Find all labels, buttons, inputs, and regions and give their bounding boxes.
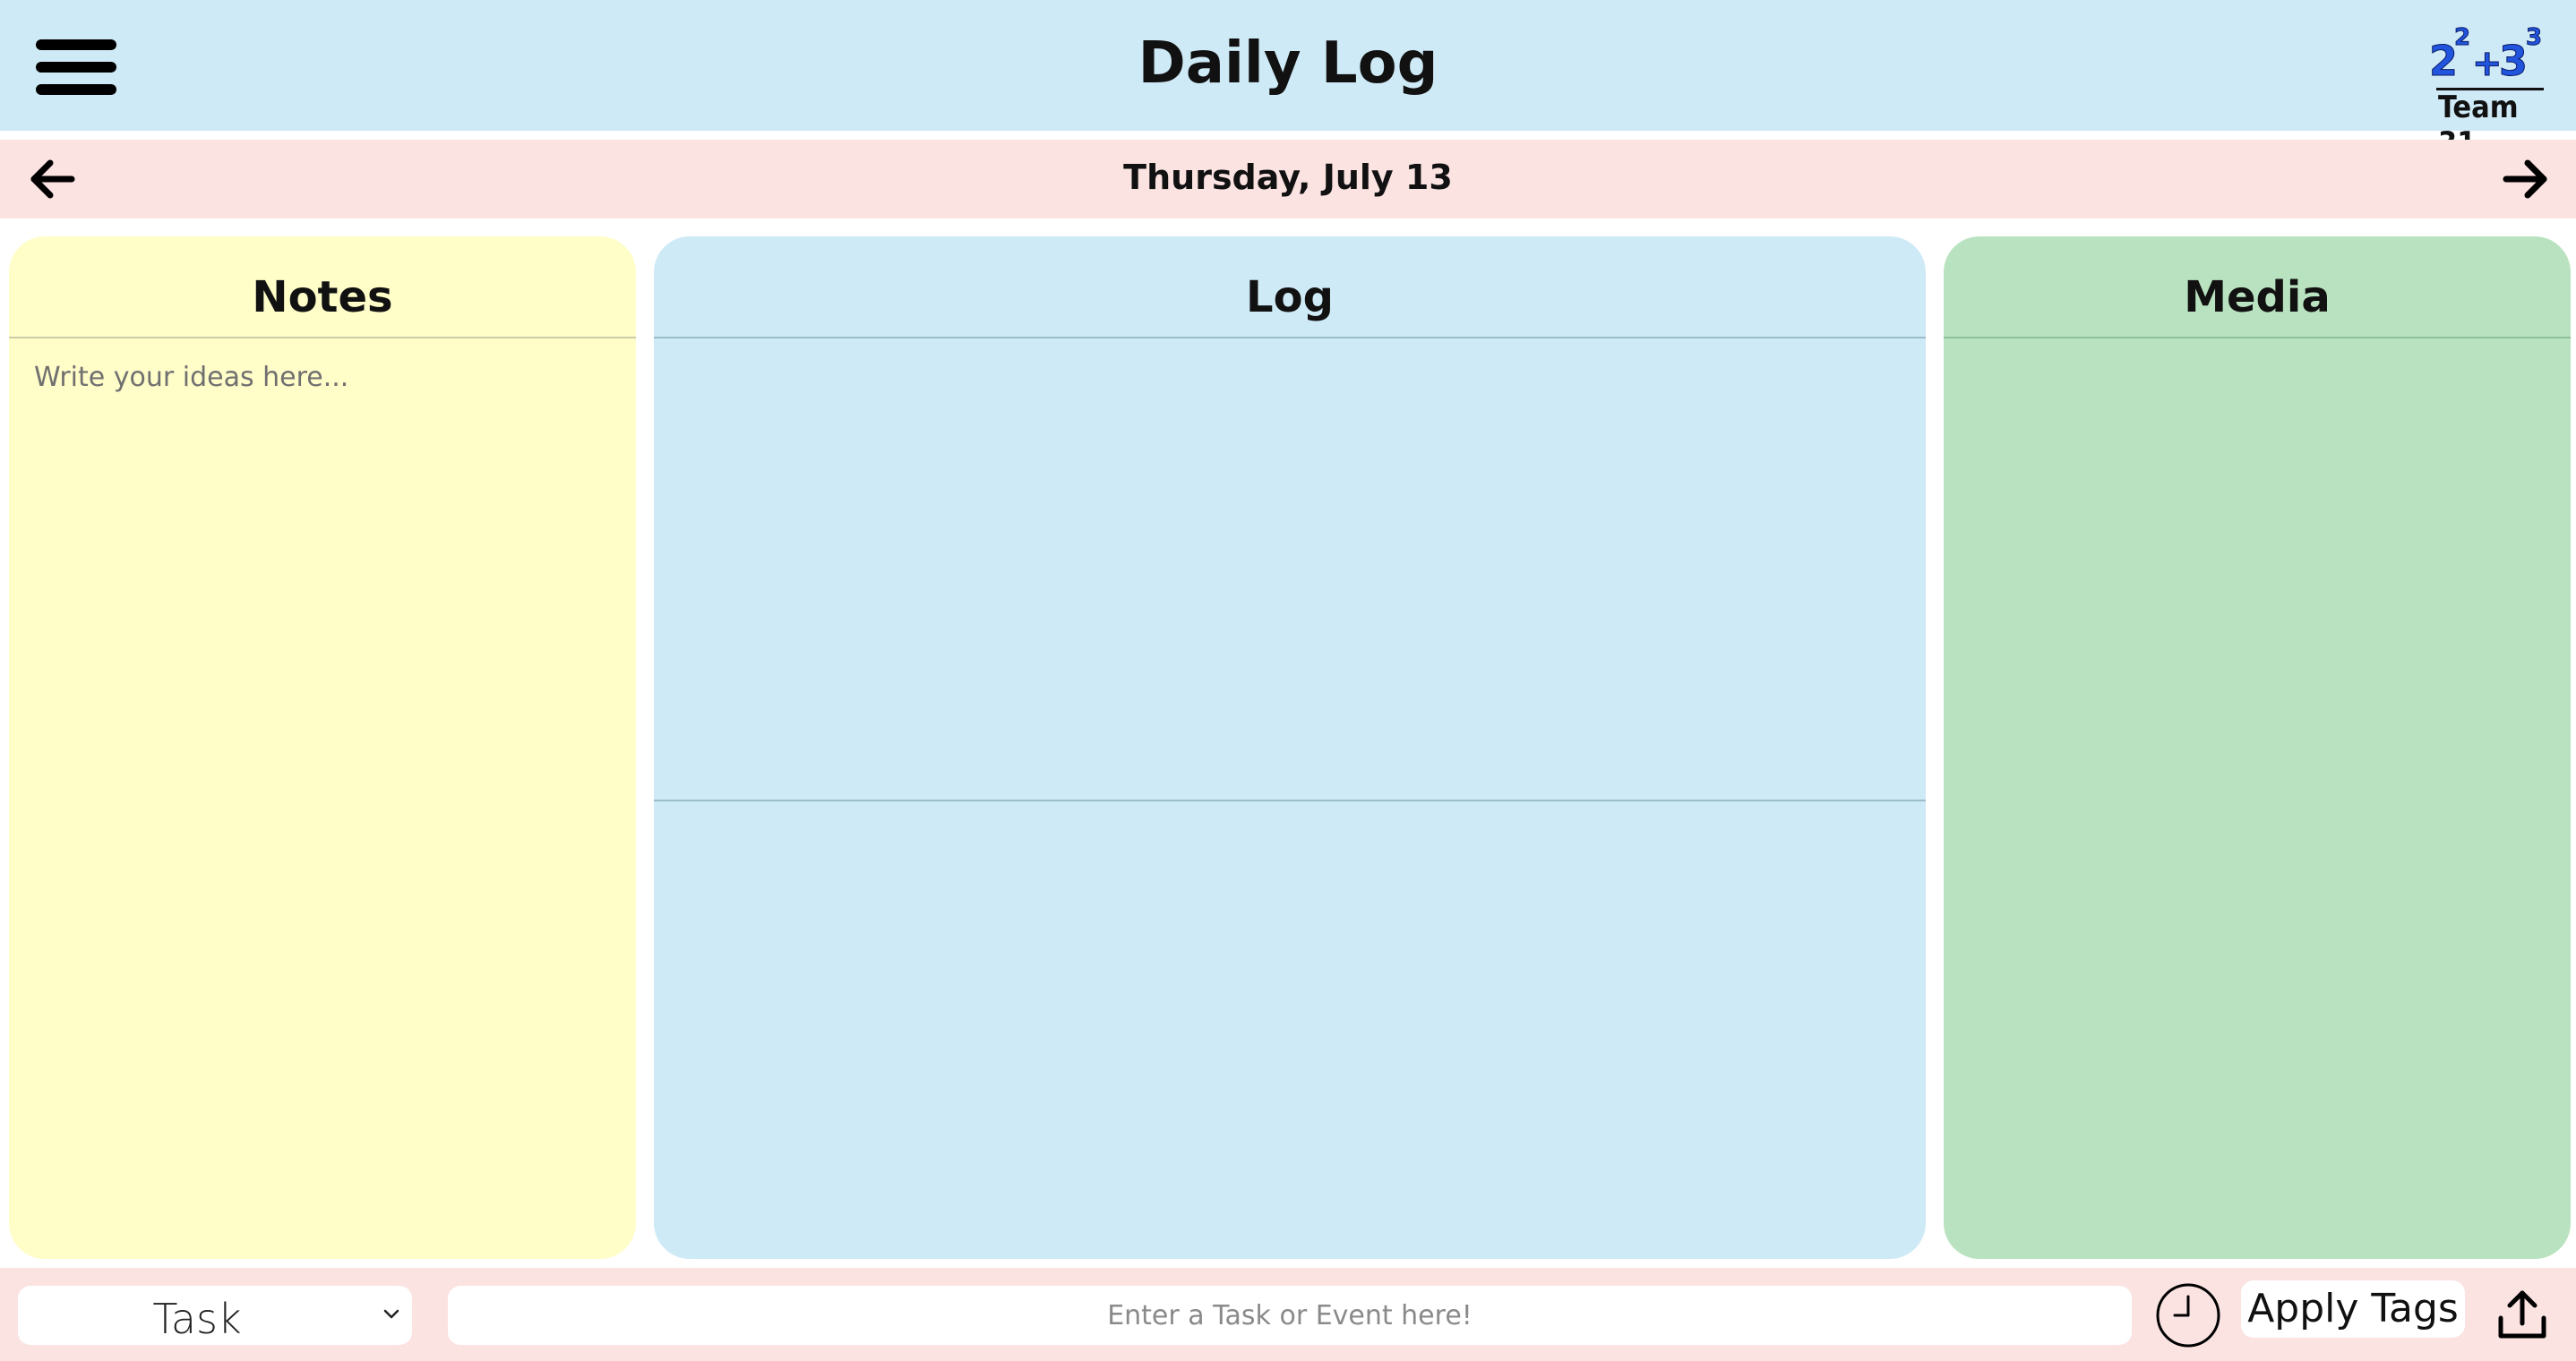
log-panel: Log [654,236,1926,1259]
notes-divider [9,337,636,338]
svg-text:+: + [2472,43,2503,82]
log-section-divider [654,800,1926,801]
clock-icon[interactable] [2155,1282,2221,1348]
media-title: Media [2184,272,2331,322]
task-event-input[interactable] [448,1286,2132,1345]
app-header: Daily Log 2 2 + 3 3 Team 31 [0,0,2576,161]
log-title: Log [1246,272,1334,322]
notes-panel: Notes [9,236,636,1259]
apply-tags-button[interactable]: Apply Tags [2241,1280,2465,1338]
logo-equation-graphic: 2 2 + 3 3 [2429,24,2543,83]
entry-type-select[interactable]: Task [18,1286,412,1345]
page-title: Daily Log [1138,30,1438,97]
current-date: Thursday, July 13 [1123,158,1453,197]
media-divider [1944,337,2571,338]
chevron-down-icon [383,1309,399,1319]
upload-icon[interactable] [2497,1288,2547,1341]
entry-type-value: Task [152,1295,242,1343]
entry-footer: Task Apply Tags [0,1268,2576,1361]
svg-text:2: 2 [2454,24,2470,51]
arrow-right-icon[interactable] [2499,152,2553,206]
svg-text:3: 3 [2526,24,2542,51]
team-logo: 2 2 + 3 3 Team 31 [2418,20,2553,161]
media-panel: Media [1944,236,2571,1259]
log-divider [654,337,1926,338]
notes-textarea[interactable] [34,362,607,1239]
svg-text:3: 3 [2499,37,2528,82]
date-navigation-bar: Thursday, July 13 [0,140,2576,218]
notes-title: Notes [252,272,393,322]
